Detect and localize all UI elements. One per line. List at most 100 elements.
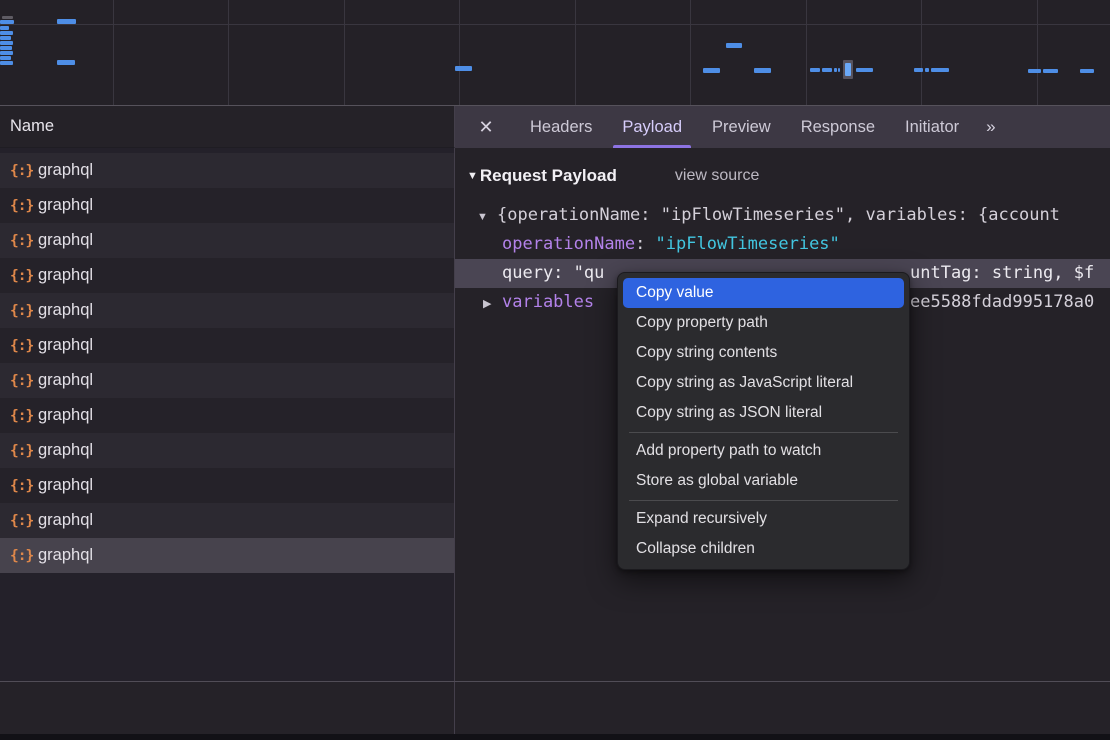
request-list: {:}graphql{:}graphql{:}graphql{:}graphql… — [0, 148, 455, 681]
tree-text: variables — [502, 292, 594, 312]
overview-request-bar — [925, 68, 929, 72]
overview-request-bar — [914, 68, 923, 72]
overview-request-bar — [845, 63, 851, 76]
detail-tab-bar: ✕ HeadersPayloadPreviewResponseInitiator… — [455, 106, 1110, 148]
request-row[interactable]: {:}graphql — [0, 258, 454, 293]
menu-item-copy-string-as-json-literal[interactable]: Copy string as JSON literal — [618, 398, 909, 428]
overview-request-bar — [455, 66, 472, 71]
payload-operation-name[interactable]: operationName: "ipFlowTimeseries" — [455, 230, 1110, 259]
overview-gridline — [575, 0, 576, 105]
tree-text: {operationName: "ipFlowTimeseries", vari… — [497, 205, 1060, 225]
json-braces-icon: {:} — [10, 163, 38, 179]
request-name: graphql — [38, 371, 93, 390]
tab-preview[interactable]: Preview — [697, 106, 786, 148]
json-braces-icon: {:} — [10, 548, 38, 564]
overview-request-bar — [0, 46, 12, 50]
network-overview-timeline[interactable] — [0, 0, 1110, 105]
overview-request-bar — [931, 68, 949, 72]
json-braces-icon: {:} — [10, 408, 38, 424]
overview-gridline — [0, 24, 1110, 25]
overview-gridline — [459, 0, 460, 105]
request-name: graphql — [38, 266, 93, 285]
overview-request-bar — [834, 68, 837, 72]
request-row[interactable]: {:}graphql — [0, 538, 454, 573]
request-name: graphql — [38, 441, 93, 460]
overview-request-bar — [754, 68, 771, 73]
tree-text: : — [635, 234, 655, 254]
menu-item-add-property-path-to-watch[interactable]: Add property path to watch — [618, 436, 909, 466]
tab-initiator[interactable]: Initiator — [890, 106, 974, 148]
close-icon[interactable]: ✕ — [469, 117, 503, 138]
payload-root-preview[interactable]: ▼{operationName: "ipFlowTimeseries", var… — [455, 200, 1110, 230]
overview-request-bar — [726, 43, 742, 48]
request-row[interactable]: {:}graphql — [0, 433, 454, 468]
json-braces-icon: {:} — [10, 268, 38, 284]
tree-text: "ipFlowTimeseries" — [656, 234, 840, 254]
request-name: graphql — [38, 231, 93, 250]
request-payload-section-header: ▼ Request Payload view source — [455, 160, 1110, 192]
collapsed-triangle-icon[interactable]: ▶ — [483, 290, 502, 319]
name-column-header[interactable]: Name — [0, 106, 455, 148]
request-name: graphql — [38, 161, 93, 180]
overview-request-bar — [57, 19, 76, 24]
name-column-label: Name — [10, 117, 54, 136]
overview-request-bar — [0, 20, 14, 24]
request-row[interactable]: {:}graphql — [0, 398, 454, 433]
menu-item-copy-value[interactable]: Copy value — [623, 278, 904, 308]
tab-payload[interactable]: Payload — [607, 106, 697, 148]
overview-gridline — [921, 0, 922, 105]
json-braces-icon: {:} — [10, 513, 38, 529]
json-braces-icon: {:} — [10, 338, 38, 354]
tab-response[interactable]: Response — [786, 106, 890, 148]
tab-headers[interactable]: Headers — [515, 106, 607, 148]
request-row[interactable]: {:}graphql — [0, 293, 454, 328]
menu-separator — [618, 428, 909, 436]
menu-separator — [618, 496, 909, 504]
section-title: Request Payload — [480, 166, 617, 186]
header-bar: Name ✕ HeadersPayloadPreviewResponseInit… — [0, 105, 1110, 148]
menu-item-copy-string-as-javascript-literal[interactable]: Copy string as JavaScript literal — [618, 368, 909, 398]
overview-tick — [2, 16, 13, 19]
tree-text-continuation: ee5588fdad995178a0 — [910, 288, 1094, 317]
menu-item-copy-string-contents[interactable]: Copy string contents — [618, 338, 909, 368]
tree-text: query: "qu — [502, 263, 604, 283]
request-row[interactable]: {:}graphql — [0, 363, 454, 398]
overview-request-bar — [1043, 69, 1058, 73]
menu-item-store-as-global-variable[interactable]: Store as global variable — [618, 466, 909, 496]
request-row[interactable]: {:}graphql — [0, 223, 454, 258]
request-name: graphql — [38, 406, 93, 425]
menu-item-copy-property-path[interactable]: Copy property path — [618, 308, 909, 338]
section-collapse-icon[interactable]: ▼ — [467, 170, 478, 182]
request-row[interactable]: {:}graphql — [0, 468, 454, 503]
overview-request-bar — [1080, 69, 1094, 73]
devtools-network-panel: Name ✕ HeadersPayloadPreviewResponseInit… — [0, 0, 1110, 740]
overview-gridline — [344, 0, 345, 105]
overview-gridline — [690, 0, 691, 105]
overview-request-bar — [0, 31, 13, 35]
expanded-triangle-icon[interactable]: ▼ — [477, 202, 497, 232]
request-name: graphql — [38, 546, 93, 565]
menu-item-expand-recursively[interactable]: Expand recursively — [618, 504, 909, 534]
overview-request-bar — [0, 51, 13, 55]
request-row[interactable]: {:}graphql — [0, 328, 454, 363]
request-row[interactable]: {:}graphql — [0, 503, 454, 538]
request-row[interactable]: {:}graphql — [0, 153, 454, 188]
overview-request-bar — [57, 60, 75, 65]
overview-gridline — [806, 0, 807, 105]
overview-request-bar — [0, 61, 13, 65]
overview-request-bar — [0, 36, 11, 40]
json-braces-icon: {:} — [10, 233, 38, 249]
more-tabs-icon[interactable]: » — [974, 106, 1005, 148]
overview-request-bar — [0, 56, 11, 60]
json-braces-icon: {:} — [10, 303, 38, 319]
request-name: graphql — [38, 511, 93, 530]
request-name: graphql — [38, 476, 93, 495]
context-menu: Copy valueCopy property pathCopy string … — [617, 272, 910, 570]
menu-item-collapse-children[interactable]: Collapse children — [618, 534, 909, 564]
request-row[interactable]: {:}graphql — [0, 188, 454, 223]
main-split: {:}graphql{:}graphql{:}graphql{:}graphql… — [0, 148, 1110, 681]
overview-gridline — [228, 0, 229, 105]
request-name: graphql — [38, 196, 93, 215]
overview-request-bar — [822, 68, 832, 72]
view-source-link[interactable]: view source — [675, 167, 759, 185]
